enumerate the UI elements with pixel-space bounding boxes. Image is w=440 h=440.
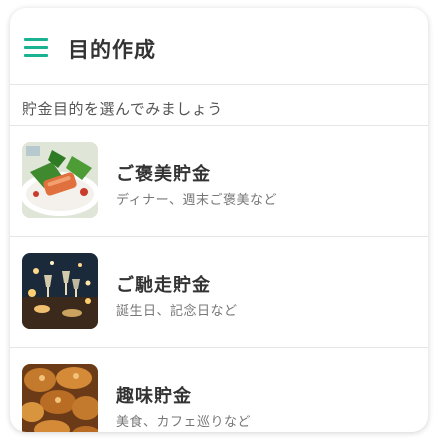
hamburger-menu-icon[interactable] <box>24 38 48 58</box>
list-item-feast-savings[interactable]: ご馳走貯金 誕生日、記念日など <box>10 237 428 348</box>
page-subtitle: 貯金目的を選んでみましょう <box>22 100 223 118</box>
celebration-toast-photo <box>22 253 98 329</box>
item-title: 趣味貯金 <box>116 386 192 407</box>
purpose-card: 目的作成 貯金目的を選んでみましょう ご褒美貯金 ディナー、週末ご褒美など ご馳… <box>10 8 428 432</box>
item-description: ディナー、週末ご褒美など <box>116 193 277 208</box>
item-title: ご馳走貯金 <box>116 275 211 296</box>
salmon-dinner-photo <box>22 142 98 218</box>
item-description: 美食、カフェ巡りなど <box>116 415 252 430</box>
item-title: ご褒美貯金 <box>116 164 211 185</box>
list-item-hobby-savings[interactable]: 趣味貯金 美食、カフェ巡りなど <box>10 348 428 432</box>
list-item-reward-savings[interactable]: ご褒美貯金 ディナー、週末ご褒美など <box>10 126 428 237</box>
item-description: 誕生日、記念日など <box>116 304 238 319</box>
purpose-list: ご褒美貯金 ディナー、週末ご褒美など ご馳走貯金 誕生日、記念日など 趣味貯金 … <box>10 126 428 432</box>
page-title: 目的作成 <box>68 38 156 62</box>
header: 目的作成 <box>10 8 428 85</box>
pastries-photo <box>22 364 98 432</box>
